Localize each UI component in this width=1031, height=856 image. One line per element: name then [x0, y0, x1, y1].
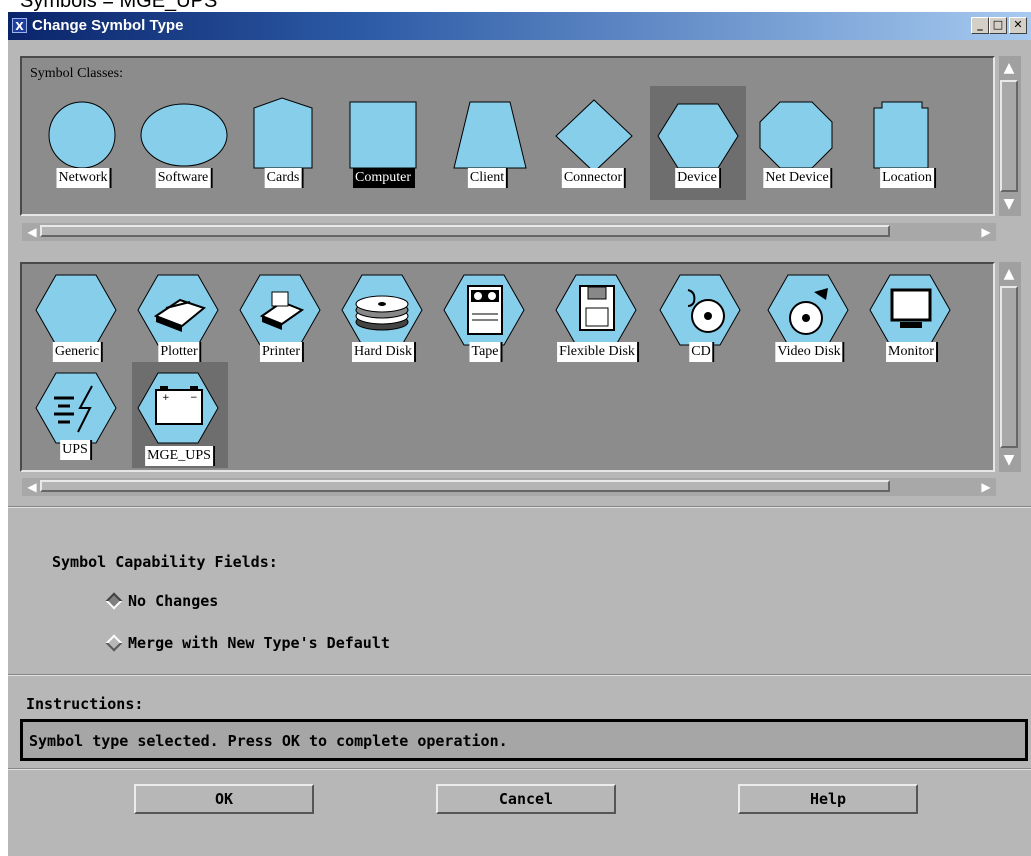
type-generic[interactable]: Generic [30, 270, 126, 370]
class-label: Net Device [763, 168, 833, 188]
type-label: Plotter [158, 342, 202, 362]
class-label: Software [155, 168, 213, 188]
scroll-down-icon[interactable]: ▼ [1000, 450, 1018, 470]
class-cards[interactable]: Cards [236, 96, 332, 200]
class-computer[interactable]: Computer [336, 96, 432, 200]
type-label: Tape [469, 342, 503, 362]
radio-label: Merge with New Type's Default [128, 634, 390, 652]
window-title: Change Symbol Type [32, 17, 184, 34]
close-icon: ✕ [1013, 18, 1023, 31]
minimize-button[interactable]: _ [971, 17, 989, 34]
class-connector[interactable]: Connector [546, 96, 642, 200]
title-bar[interactable]: X Change Symbol Type _ □ ✕ [8, 12, 1031, 40]
type-hard-disk[interactable]: Hard Disk [336, 270, 432, 370]
type-label: Video Disk [775, 342, 845, 362]
scroll-right-icon[interactable]: ▶ [978, 478, 994, 496]
types-vertical-scrollbar[interactable]: ▲ ▼ [999, 262, 1021, 472]
type-label: CD [689, 342, 715, 362]
type-monitor[interactable]: Monitor [864, 270, 960, 370]
scroll-thumb[interactable] [40, 480, 890, 492]
radio-on-icon [105, 592, 123, 610]
instructions-field[interactable]: Symbol type selected. Press OK to comple… [20, 719, 1028, 761]
types-horizontal-scrollbar[interactable]: ◀ ▶ [22, 478, 996, 496]
radio-label: No Changes [128, 592, 219, 610]
radio-no-changes[interactable]: No Changes [105, 592, 219, 610]
scroll-up-icon[interactable]: ▲ [1000, 58, 1018, 78]
radio-merge-default[interactable]: Merge with New Type's Default [105, 634, 390, 652]
type-label: Hard Disk [352, 342, 416, 362]
radio-off-icon [105, 634, 123, 652]
type-video-disk[interactable]: Video Disk [762, 270, 858, 370]
scroll-left-icon[interactable]: ◀ [24, 223, 40, 241]
class-label: Network [56, 168, 112, 188]
scroll-thumb[interactable] [1000, 80, 1018, 192]
class-label: Location [880, 168, 936, 188]
type-label: Printer [259, 342, 305, 362]
instructions-label: Instructions: [26, 695, 144, 713]
class-label: Connector [561, 168, 627, 188]
scroll-thumb[interactable] [1000, 286, 1018, 448]
cancel-button[interactable]: Cancel [436, 784, 616, 814]
scroll-right-icon[interactable]: ▶ [978, 223, 994, 241]
capability-title: Symbol Capability Fields: [52, 553, 278, 571]
symbol-classes-panel: Symbol Classes: Network Software Cards C… [20, 56, 995, 216]
help-button[interactable]: Help [738, 784, 918, 814]
ok-button[interactable]: OK [134, 784, 314, 814]
type-tape[interactable]: Tape [438, 270, 534, 370]
divider [8, 674, 1031, 676]
scroll-left-icon[interactable]: ◀ [24, 478, 40, 496]
class-label: Client [467, 168, 509, 188]
scroll-thumb[interactable] [40, 225, 890, 237]
background-caption: Symbols = MGE_UPS [0, 0, 1031, 12]
classes-horizontal-scrollbar[interactable]: ◀ ▶ [22, 223, 996, 241]
divider [8, 768, 1031, 770]
symbol-classes-label: Symbol Classes: [30, 66, 123, 81]
symbol-types-panel: Generic Plotter Printer Hard Disk Tape F… [20, 262, 995, 472]
type-label: Flexible Disk [557, 342, 639, 362]
svg-text:−: − [190, 393, 198, 403]
class-network[interactable]: Network [36, 96, 132, 200]
type-mge-ups[interactable]: + − MGE_UPS [132, 362, 228, 468]
class-location[interactable]: Location [860, 96, 956, 200]
maximize-icon: □ [992, 18, 1004, 31]
class-client[interactable]: Client [440, 96, 536, 200]
class-label: Computer [353, 168, 415, 188]
type-label: UPS [60, 440, 92, 460]
type-printer[interactable]: Printer [234, 270, 330, 370]
svg-text:+: + [162, 393, 170, 403]
classes-vertical-scrollbar[interactable]: ▲ ▼ [999, 56, 1021, 216]
type-plotter[interactable]: Plotter [132, 270, 228, 370]
class-net-device[interactable]: Net Device [750, 96, 846, 200]
minimize-icon: _ [977, 18, 983, 31]
scroll-up-icon[interactable]: ▲ [1000, 264, 1018, 284]
type-label: MGE_UPS [145, 446, 215, 466]
scroll-down-icon[interactable]: ▼ [1000, 194, 1018, 214]
type-cd[interactable]: CD [654, 270, 750, 370]
type-ups[interactable]: UPS [30, 368, 126, 468]
class-label: Device [675, 168, 721, 188]
divider [8, 506, 1031, 508]
close-button[interactable]: ✕ [1009, 17, 1027, 34]
instructions-text: Symbol type selected. Press OK to comple… [29, 732, 508, 750]
type-flexible-disk[interactable]: Flexible Disk [550, 270, 646, 370]
type-label: Monitor [886, 342, 938, 362]
maximize-button[interactable]: □ [989, 17, 1007, 34]
class-device[interactable]: Device [650, 86, 746, 200]
class-label: Cards [264, 168, 304, 188]
type-label: Generic [52, 342, 104, 362]
change-symbol-type-dialog: X Change Symbol Type _ □ ✕ Symbol Classe… [8, 12, 1031, 856]
background-caption-text: Symbols = MGE_UPS [20, 0, 218, 12]
class-software[interactable]: Software [136, 96, 232, 200]
app-icon: X [12, 18, 27, 33]
